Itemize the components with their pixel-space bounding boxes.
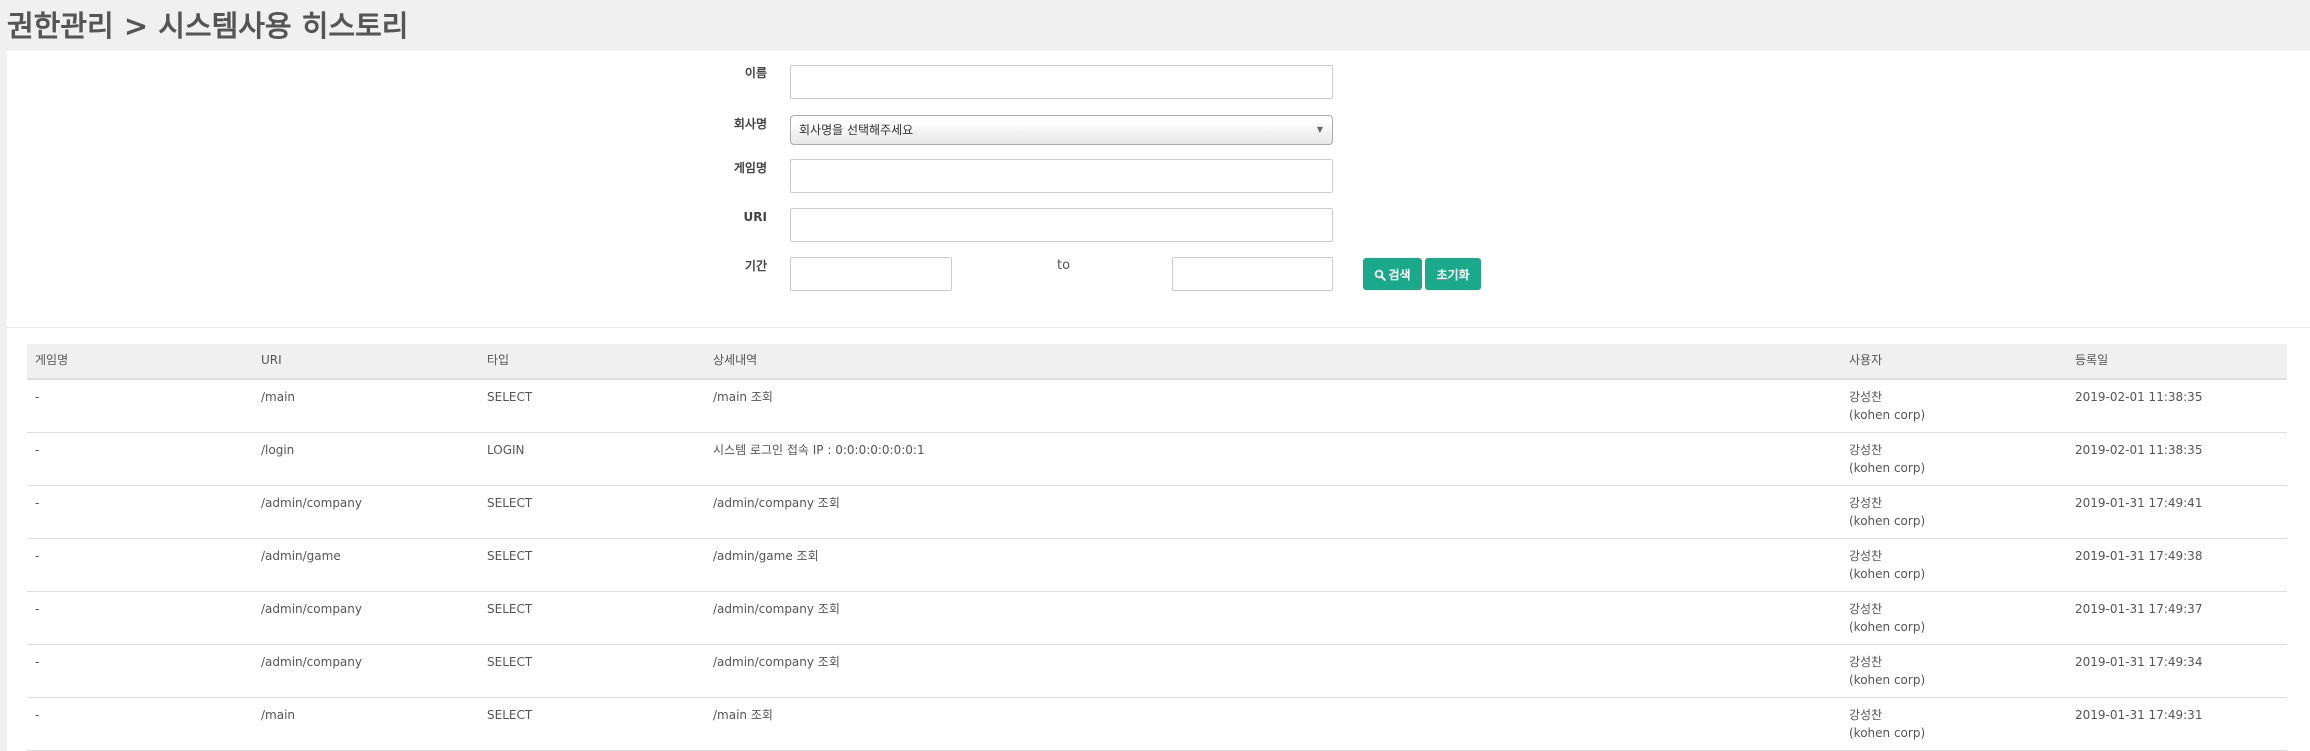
cell-user: 강성찬 (kohen corp): [1849, 600, 1925, 636]
history-table: 게임명 URI 타입 상세내역 사용자 등록일 - /main SELECT /…: [27, 344, 2287, 751]
user-company: (kohen corp): [1849, 673, 1926, 687]
cell-detail: 시스템 로그인 접속 IP : 0:0:0:0:0:0:0:1: [713, 443, 925, 457]
uri-label: URI: [743, 210, 767, 224]
user-company: (kohen corp): [1849, 408, 1926, 422]
reset-button[interactable]: 초기화: [1425, 258, 1481, 290]
cell-uri: /admin/game: [261, 549, 341, 563]
cell-date: 2019-02-01 11:38:35: [2075, 443, 2203, 457]
cell-date: 2019-01-31 17:49:41: [2075, 496, 2203, 510]
period-label: 기간: [744, 259, 767, 273]
cell-date: 2019-01-31 17:49:34: [2075, 655, 2203, 669]
cell-user: 강성찬 (kohen corp): [1849, 388, 1925, 424]
cell-user: 강성찬 (kohen corp): [1849, 441, 1925, 477]
cell-type: SELECT: [487, 655, 533, 669]
caret-down-icon: ▼: [1316, 125, 1323, 134]
company-select[interactable]: 회사명을 선택해주세요 ▼: [790, 115, 1333, 145]
column-header-user[interactable]: 사용자: [1849, 344, 1882, 376]
cell-uri: /main: [261, 390, 296, 404]
table-row[interactable]: - /main SELECT /main 조회 강성찬 (kohen corp)…: [27, 698, 2287, 751]
cell-game: -: [35, 496, 40, 510]
cell-uri: /admin/company: [261, 655, 362, 669]
cell-detail: /admin/company 조회: [713, 496, 840, 510]
table-row[interactable]: - /admin/company SELECT /admin/company 조…: [27, 486, 2287, 539]
section-divider: [7, 327, 2310, 328]
cell-type: SELECT: [487, 549, 533, 563]
cell-detail: /admin/company 조회: [713, 602, 840, 616]
name-input[interactable]: [790, 65, 1333, 99]
game-input[interactable]: [790, 159, 1333, 193]
user-name: 강성찬: [1849, 549, 1883, 563]
search-button[interactable]: 검색: [1363, 258, 1422, 290]
cell-uri: /main: [261, 708, 296, 722]
column-header-detail[interactable]: 상세내역: [713, 344, 757, 376]
cell-detail: /admin/game 조회: [713, 549, 819, 563]
user-name: 강성찬: [1849, 602, 1883, 616]
cell-type: SELECT: [487, 708, 533, 722]
user-name: 강성찬: [1849, 443, 1883, 457]
table-row[interactable]: - /admin/company SELECT /admin/company 조…: [27, 645, 2287, 698]
search-button-label: 검색: [1388, 268, 1411, 282]
user-company: (kohen corp): [1849, 620, 1926, 634]
cell-user: 강성찬 (kohen corp): [1849, 547, 1925, 583]
table-header: 게임명 URI 타입 상세내역 사용자 등록일: [27, 344, 2287, 380]
cell-type: LOGIN: [487, 443, 525, 457]
column-header-game[interactable]: 게임명: [35, 344, 68, 376]
table-row[interactable]: - /login LOGIN 시스템 로그인 접속 IP : 0:0:0:0:0…: [27, 433, 2287, 486]
cell-uri: /login: [261, 443, 295, 457]
cell-user: 강성찬 (kohen corp): [1849, 653, 1925, 689]
user-company: (kohen corp): [1849, 461, 1926, 475]
user-name: 강성찬: [1849, 390, 1883, 404]
cell-game: -: [35, 549, 40, 563]
reset-button-label: 초기화: [1436, 268, 1470, 282]
cell-detail: /admin/company 조회: [713, 655, 840, 669]
search-icon: [1375, 269, 1387, 281]
period-to-input[interactable]: [1172, 257, 1333, 291]
cell-detail: /main 조회: [713, 708, 773, 722]
user-company: (kohen corp): [1849, 514, 1926, 528]
page-title: 권한관리 > 시스템사용 히스토리: [7, 9, 409, 43]
column-header-uri[interactable]: URI: [261, 344, 282, 376]
table-row[interactable]: - /main SELECT /main 조회 강성찬 (kohen corp)…: [27, 380, 2287, 433]
company-label: 회사명: [733, 117, 767, 131]
period-to-label: to: [1057, 258, 1071, 273]
cell-game: -: [35, 390, 40, 404]
cell-game: -: [35, 708, 40, 722]
cell-game: -: [35, 655, 40, 669]
search-form: 이름 회사명 회사명을 선택해주세요 ▼ 게임명 URI 기간 to 검색 초기…: [7, 51, 2310, 327]
cell-detail: /main 조회: [713, 390, 773, 404]
company-select-value: 회사명을 선택해주세요: [799, 123, 914, 137]
user-company: (kohen corp): [1849, 726, 1926, 740]
user-name: 강성찬: [1849, 708, 1883, 722]
cell-date: 2019-02-01 11:38:35: [2075, 390, 2203, 404]
column-header-type[interactable]: 타입: [487, 344, 509, 376]
cell-type: SELECT: [487, 602, 533, 616]
cell-user: 강성찬 (kohen corp): [1849, 494, 1925, 530]
period-from-input[interactable]: [790, 257, 952, 291]
uri-input[interactable]: [790, 208, 1333, 242]
cell-date: 2019-01-31 17:49:31: [2075, 708, 2203, 722]
cell-date: 2019-01-31 17:49:37: [2075, 602, 2203, 616]
content-panel: 이름 회사명 회사명을 선택해주세요 ▼ 게임명 URI 기간 to 검색 초기…: [7, 51, 2310, 751]
column-header-date[interactable]: 등록일: [2075, 344, 2108, 376]
cell-date: 2019-01-31 17:49:38: [2075, 549, 2203, 563]
cell-type: SELECT: [487, 496, 533, 510]
cell-game: -: [35, 443, 40, 457]
table-row[interactable]: - /admin/company SELECT /admin/company 조…: [27, 592, 2287, 645]
table-row[interactable]: - /admin/game SELECT /admin/game 조회 강성찬 …: [27, 539, 2287, 592]
cell-type: SELECT: [487, 390, 533, 404]
user-name: 강성찬: [1849, 496, 1883, 510]
cell-uri: /admin/company: [261, 602, 362, 616]
cell-game: -: [35, 602, 40, 616]
user-name: 강성찬: [1849, 655, 1883, 669]
cell-uri: /admin/company: [261, 496, 362, 510]
game-label: 게임명: [733, 161, 767, 175]
cell-user: 강성찬 (kohen corp): [1849, 706, 1925, 742]
name-label: 이름: [744, 66, 767, 80]
user-company: (kohen corp): [1849, 567, 1926, 581]
